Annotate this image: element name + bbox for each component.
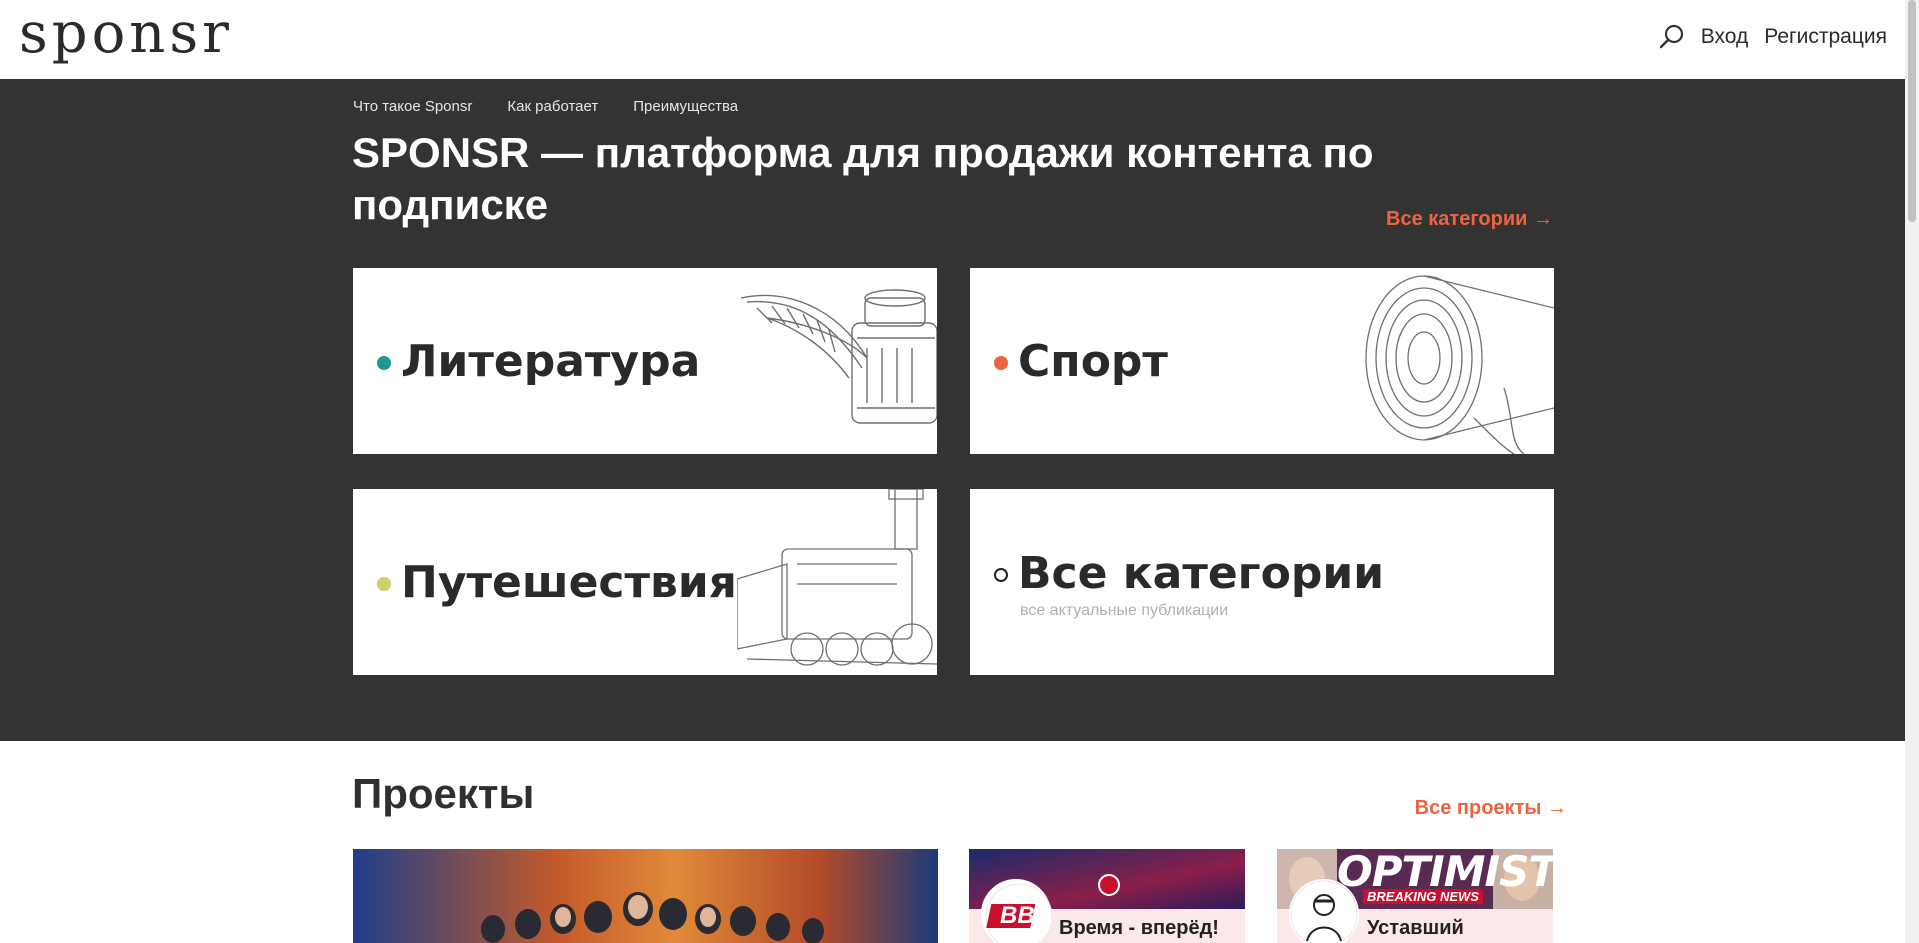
project-card-featured[interactable] — [353, 849, 938, 943]
category-subtitle: все актуальные публикации — [1020, 602, 1229, 619]
header-actions: Вход Регистрация — [1659, 24, 1887, 50]
projects-title: Проекты — [352, 770, 535, 817]
quill-inkwell-icon — [740, 289, 937, 424]
category-label: Путешествия — [401, 557, 737, 608]
hero-title: SPONSR — платформа для продажи контента … — [352, 129, 1374, 228]
project-avatar-text: BB — [1000, 902, 1035, 929]
all-categories-link[interactable]: Все категории → — [1386, 208, 1553, 231]
scrollbar-thumb[interactable] — [1908, 0, 1916, 222]
login-link[interactable]: Вход — [1701, 25, 1749, 49]
top-header: sponsr Вход Регистрация — [0, 0, 1905, 79]
category-dot — [994, 568, 1008, 582]
project-banner-subtitle: BREAKING NEWS — [1363, 889, 1483, 904]
project-avatar — [1289, 879, 1359, 943]
project-banner-image — [353, 849, 938, 943]
category-label: Спорт — [1018, 336, 1168, 387]
category-label: Литература — [401, 336, 701, 387]
locomotive-icon — [737, 489, 937, 666]
sponsr-logo[interactable]: sponsr — [19, 2, 233, 66]
category-card-sport[interactable]: Спорт — [970, 268, 1554, 454]
project-avatar: BB — [981, 879, 1053, 943]
project-name: Время - вперёд! — [1051, 913, 1227, 940]
register-link[interactable]: Регистрация — [1764, 25, 1887, 49]
category-dot — [377, 356, 391, 370]
hero-subnav: Что такое Sponsr Как работает Преимущест… — [353, 98, 738, 115]
megaphone-icon — [1365, 275, 1554, 454]
subnav-what-is-sponsr[interactable]: Что такое Sponsr — [353, 98, 472, 115]
hero-section: Что такое Sponsr Как работает Преимущест… — [0, 79, 1905, 741]
subnav-advantages[interactable]: Преимущества — [633, 98, 738, 115]
subnav-how-it-works[interactable]: Как работает — [507, 98, 598, 115]
project-name: Уставший — [1359, 913, 1472, 940]
category-card-literature[interactable]: Литература — [353, 268, 937, 454]
all-projects-link[interactable]: Все проекты → — [1415, 797, 1567, 820]
project-card-vremya-vpered[interactable]: BB Время - вперёд! — [969, 849, 1245, 943]
category-label: Все категории — [1018, 548, 1385, 599]
page-scrollbar[interactable] — [1905, 0, 1919, 943]
project-card-ustavshiy[interactable]: OPTIMIST BREAKING NEWS Уставший — [1277, 849, 1553, 943]
category-card-travel[interactable]: Путешествия — [353, 489, 937, 675]
category-dot — [994, 356, 1008, 370]
category-dot — [377, 577, 391, 591]
search-icon[interactable] — [1659, 24, 1685, 50]
category-card-all[interactable]: Все категории все актуальные публикации — [970, 489, 1554, 675]
